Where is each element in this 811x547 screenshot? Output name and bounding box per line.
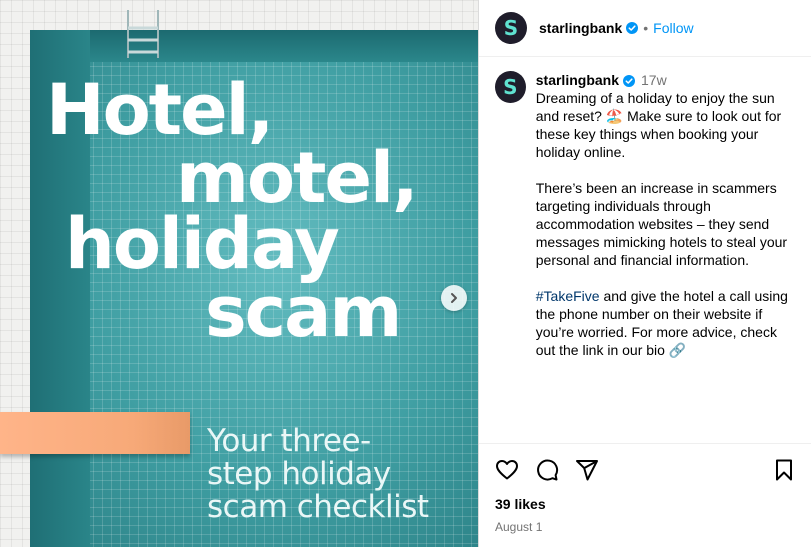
diving-board xyxy=(0,412,190,454)
avatar-letter: S xyxy=(503,16,519,40)
action-bar xyxy=(495,454,796,486)
pool-ladder-icon xyxy=(127,10,159,58)
avatar[interactable]: S xyxy=(495,12,527,44)
hashtag-link[interactable]: #TakeFive xyxy=(536,288,600,304)
caption-paragraph: Dreaming of a holiday to enjoy the sun a… xyxy=(535,90,782,160)
heart-icon[interactable] xyxy=(495,458,519,482)
verified-icon xyxy=(626,22,639,34)
pool-wall-top xyxy=(30,30,478,62)
caption-body: starlingbank 17w Dreaming of a holiday to… xyxy=(536,71,800,377)
bookmark-icon[interactable] xyxy=(772,458,796,482)
headline-line: motel, xyxy=(176,137,419,219)
headline-line: holiday xyxy=(65,203,340,285)
caption-paragraph: There’s been an increase in scammers tar… xyxy=(535,180,788,268)
post-header: S starlingbank • Follow xyxy=(479,0,811,57)
caption: S starlingbank 17w Dreaming of a holiday … xyxy=(495,71,800,377)
verified-icon xyxy=(623,75,635,88)
headline-line: scam xyxy=(205,271,402,353)
comment-icon[interactable] xyxy=(535,458,559,482)
caption-header: starlingbank 17w xyxy=(536,71,800,89)
post-actions: 39 likes August 1 xyxy=(479,443,811,534)
carousel-next-button[interactable] xyxy=(441,285,467,311)
post-image[interactable]: Hotel, motel, holiday scam Your three- s… xyxy=(0,0,478,547)
headline-line: Hotel, xyxy=(46,69,274,151)
post-side-panel: S starlingbank • Follow S starlingbank 17… xyxy=(478,0,811,547)
share-icon[interactable] xyxy=(575,458,599,482)
follow-button[interactable]: Follow xyxy=(653,20,693,36)
avatar[interactable]: S xyxy=(495,71,526,103)
post-headline: Hotel, motel, holiday scam xyxy=(0,69,478,353)
chevron-right-icon xyxy=(451,293,457,303)
post-subhead: Your three- step holiday scam checklist xyxy=(207,425,467,524)
caption-username[interactable]: starlingbank xyxy=(536,72,619,88)
instagram-post-window: Hotel, motel, holiday scam Your three- s… xyxy=(0,0,811,547)
username-link[interactable]: starlingbank xyxy=(539,20,622,36)
post-date[interactable]: August 1 xyxy=(495,520,796,534)
subhead-line: step holiday xyxy=(207,456,391,492)
subhead-line: scam checklist xyxy=(207,489,429,525)
caption-paragraph: #TakeFive and give the hotel a call usin… xyxy=(536,287,800,359)
post-timestamp[interactable]: 17w xyxy=(641,72,667,88)
separator-dot: • xyxy=(643,20,649,36)
likes-count[interactable]: 39 likes xyxy=(495,496,796,512)
avatar-letter: S xyxy=(503,75,518,99)
subhead-line: Your three- xyxy=(207,423,371,459)
